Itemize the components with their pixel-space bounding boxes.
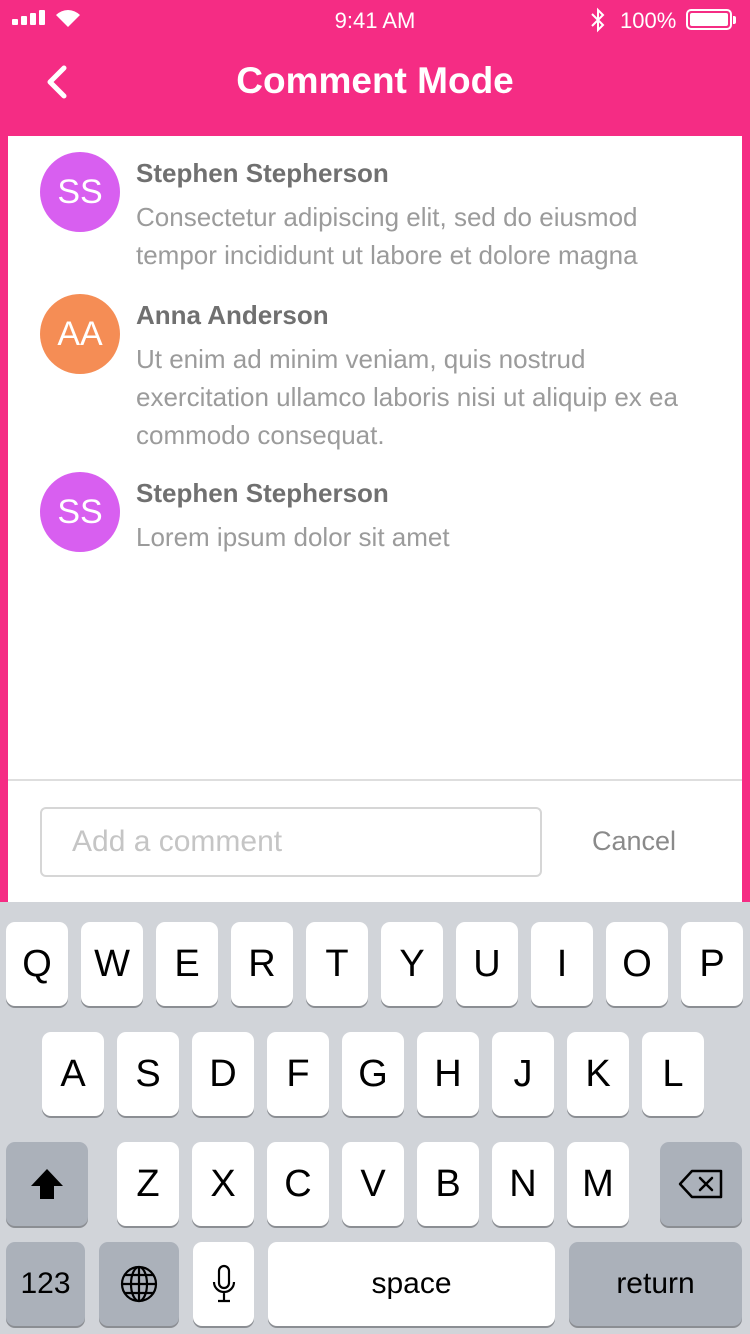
key-b[interactable]: B [417,1142,479,1226]
battery-percent: 100% [620,8,677,33]
cancel-button[interactable]: Cancel [592,826,676,857]
status-bar: 9:41 AM 100% [0,0,750,40]
key-w[interactable]: W [81,922,143,1006]
key-k[interactable]: K [567,1032,629,1116]
bluetooth-icon [591,7,605,33]
key-u[interactable]: U [456,922,518,1006]
return-key[interactable]: return [569,1242,742,1326]
key-f[interactable]: F [267,1032,329,1116]
numbers-key[interactable]: 123 [6,1242,85,1326]
key-y[interactable]: Y [381,922,443,1006]
battery-icon [686,9,736,30]
key-d[interactable]: D [192,1032,254,1116]
key-s[interactable]: S [117,1032,179,1116]
comment-author: Stephen Stepherson [136,478,389,508]
space-key[interactable]: space [268,1242,555,1326]
key-q[interactable]: Q [6,922,68,1006]
comment-author: Anna Anderson [136,300,329,330]
key-o[interactable]: O [606,922,668,1006]
keyboard: 123 space return QWERTYUIOP ASDFGHJKL ZXCV… [0,902,750,1334]
comment-text: Consectetur adipiscing elit, sed do eius… [136,202,638,270]
key-z[interactable]: Z [117,1142,179,1226]
comments-panel: SS Stephen Stepherson Consectetur adipis… [8,136,742,902]
microphone-key[interactable] [193,1242,254,1326]
comment-text: Ut enim ad minim veniam, quis nostrud ex… [136,344,678,450]
page-title: Comment Mode [236,60,514,101]
divider [8,779,742,781]
key-a[interactable]: A [42,1032,104,1116]
globe-key[interactable] [99,1242,179,1326]
comment-text: Lorem ipsum dolor sit amet [136,522,450,552]
key-n[interactable]: N [492,1142,554,1226]
delete-key[interactable] [660,1142,742,1226]
key-m[interactable]: M [567,1142,629,1226]
key-v[interactable]: V [342,1142,404,1226]
key-x[interactable]: X [192,1142,254,1226]
key-e[interactable]: E [156,922,218,1006]
comment-author: Stephen Stepherson [136,158,389,188]
comment-input[interactable] [40,807,542,877]
key-g[interactable]: G [342,1032,404,1116]
key-p[interactable]: P [681,922,743,1006]
avatar: SS [40,152,120,232]
key-i[interactable]: I [531,922,593,1006]
key-c[interactable]: C [267,1142,329,1226]
backspace-icon [678,1169,723,1199]
key-l[interactable]: L [642,1032,704,1116]
microphone-icon [212,1264,235,1303]
key-j[interactable]: J [492,1032,554,1116]
key-t[interactable]: T [306,922,368,1006]
avatar: SS [40,472,120,552]
nav-bar: Comment Mode [0,40,750,136]
shift-key[interactable] [6,1142,88,1226]
key-h[interactable]: H [417,1032,479,1116]
shift-icon [31,1169,63,1199]
key-r[interactable]: R [231,922,293,1006]
avatar: AA [40,294,120,374]
globe-icon [120,1265,158,1303]
